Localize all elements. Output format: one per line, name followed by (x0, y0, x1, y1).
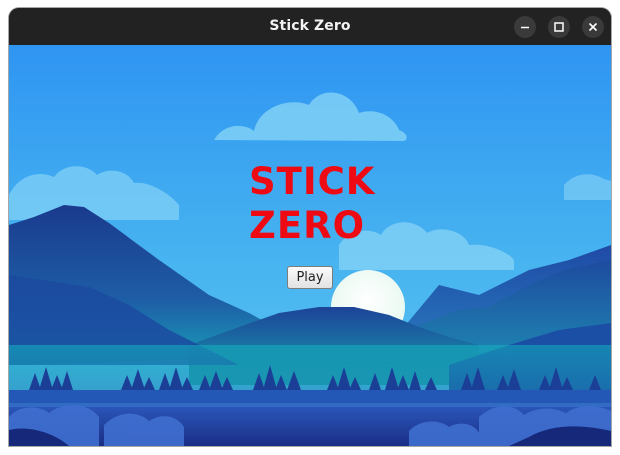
maximize-button[interactable] (548, 16, 570, 38)
valley (9, 345, 611, 390)
game-title: STICK ZERO (249, 160, 375, 248)
minimize-button[interactable] (514, 16, 536, 38)
game-title-line1: STICK (249, 160, 376, 203)
maximize-icon (554, 22, 564, 32)
close-button[interactable] (582, 16, 604, 38)
game-title-line2: ZERO (249, 204, 366, 247)
game-canvas[interactable]: STICK ZERO Play (9, 45, 611, 446)
play-button[interactable]: Play (287, 266, 333, 289)
close-icon (588, 22, 598, 32)
game-window: Stick Zero STICK ZERO Play (9, 8, 611, 446)
title-bar[interactable]: Stick Zero (9, 8, 611, 45)
minimize-icon (521, 26, 529, 29)
